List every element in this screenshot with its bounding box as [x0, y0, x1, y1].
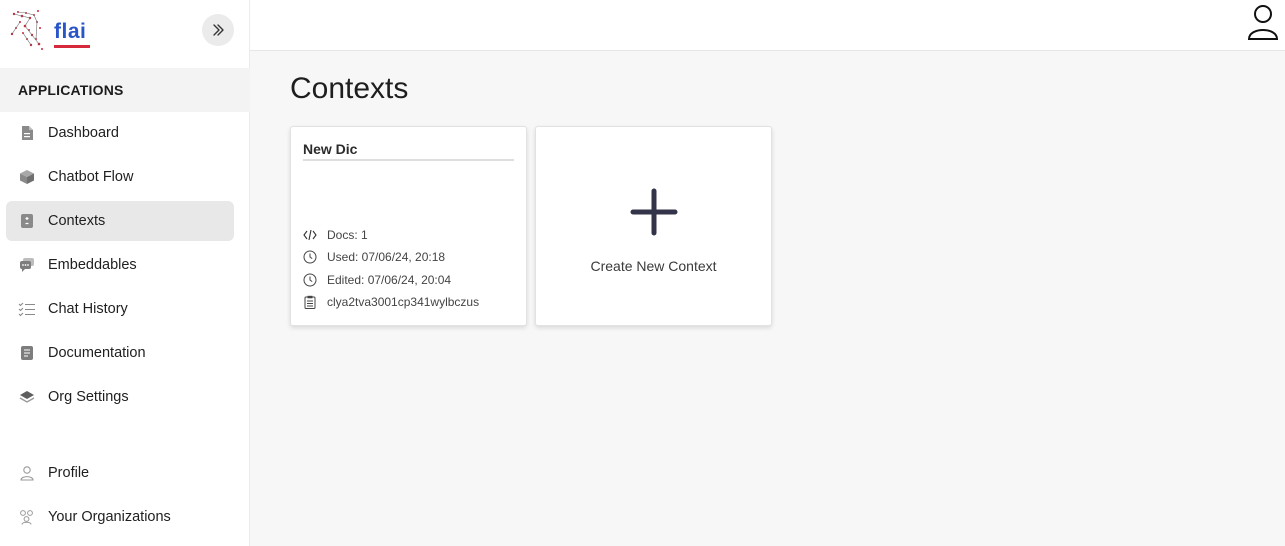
- sidebar-item-label: Embeddables: [48, 257, 137, 273]
- layers-icon: [18, 388, 36, 406]
- top-bar: [250, 0, 1285, 51]
- sidebar-item-dashboard[interactable]: Dashboard: [6, 113, 234, 153]
- applications-section-title: APPLICATIONS: [0, 68, 250, 112]
- chat-bubbles-icon: [18, 256, 36, 274]
- clock-icon: [303, 250, 317, 264]
- sidebar-item-label: Chatbot Flow: [48, 169, 134, 185]
- sidebar-item-chatbot-flow[interactable]: Chatbot Flow: [6, 157, 234, 197]
- context-edited-date: Edited: 07/06/24, 20:04: [303, 273, 451, 287]
- edited-label: Edited: 07/06/24, 20:04: [327, 273, 452, 287]
- sidebar-item-label: Dashboard: [48, 125, 119, 141]
- page-title: Contexts: [290, 72, 409, 105]
- context-id-label: clya2tva3001cp341wylbczus: [327, 295, 480, 309]
- clipboard-icon: [303, 295, 317, 309]
- user-menu-button[interactable]: [1247, 3, 1279, 41]
- sidebar-item-profile[interactable]: Profile: [6, 453, 234, 493]
- sidebar-item-label: Profile: [48, 465, 90, 481]
- brand-name: flai: [54, 20, 87, 43]
- sidebar-item-chat-history[interactable]: Chat History: [6, 289, 234, 329]
- context-icon: [18, 212, 36, 230]
- users-icon: [18, 508, 36, 526]
- create-context-label: Create New Context: [590, 258, 717, 274]
- notes-icon: [18, 344, 36, 362]
- clock-icon: [303, 273, 317, 287]
- code-icon: [303, 228, 317, 242]
- sidebar-item-documentation[interactable]: Documentation: [6, 333, 234, 373]
- chevrons-right-icon: [213, 24, 224, 36]
- sidebar-item-label: Org Settings: [48, 389, 129, 405]
- brand-logo[interactable]: flai: [8, 8, 98, 54]
- plus-icon: [630, 188, 678, 236]
- sidebar-item-label: Chat History: [48, 301, 128, 317]
- divider: [303, 159, 514, 161]
- context-used-date: Used: 07/06/24, 20:18: [303, 250, 445, 264]
- sidebar-item-your-organizations[interactable]: Your Organizations: [6, 497, 234, 537]
- user-icon: [18, 464, 36, 482]
- cube-icon: [18, 168, 36, 186]
- used-label: Used: 07/06/24, 20:18: [327, 250, 446, 264]
- sidebar-item-label: Your Organizations: [48, 509, 171, 525]
- sidebar-item-org-settings[interactable]: Org Settings: [6, 377, 234, 417]
- flai-logo-icon: [10, 10, 43, 50]
- context-card-title: New Dic: [303, 141, 358, 157]
- collapse-sidebar-button[interactable]: [202, 14, 234, 46]
- user-icon: [1247, 5, 1279, 40]
- sidebar-item-embeddables[interactable]: Embeddables: [6, 245, 234, 285]
- sidebar: flai APPLICATIONS Dashboard Chatbot Flow…: [0, 0, 250, 546]
- context-docs-count: Docs: 1: [303, 228, 368, 242]
- context-card[interactable]: New Dic Docs: 1 Used: 07/06/24, 20:18 Ed…: [290, 126, 527, 326]
- brand-underline: [54, 45, 90, 48]
- sidebar-item-contexts[interactable]: Contexts: [6, 201, 234, 241]
- sidebar-item-label: Documentation: [48, 345, 146, 361]
- create-context-card[interactable]: Create New Context: [535, 126, 772, 326]
- sidebar-item-label: Contexts: [48, 213, 106, 229]
- context-id: clya2tva3001cp341wylbczus: [303, 295, 479, 309]
- docs-label: Docs: 1: [327, 228, 368, 242]
- document-icon: [18, 124, 36, 142]
- checklist-icon: [18, 300, 36, 318]
